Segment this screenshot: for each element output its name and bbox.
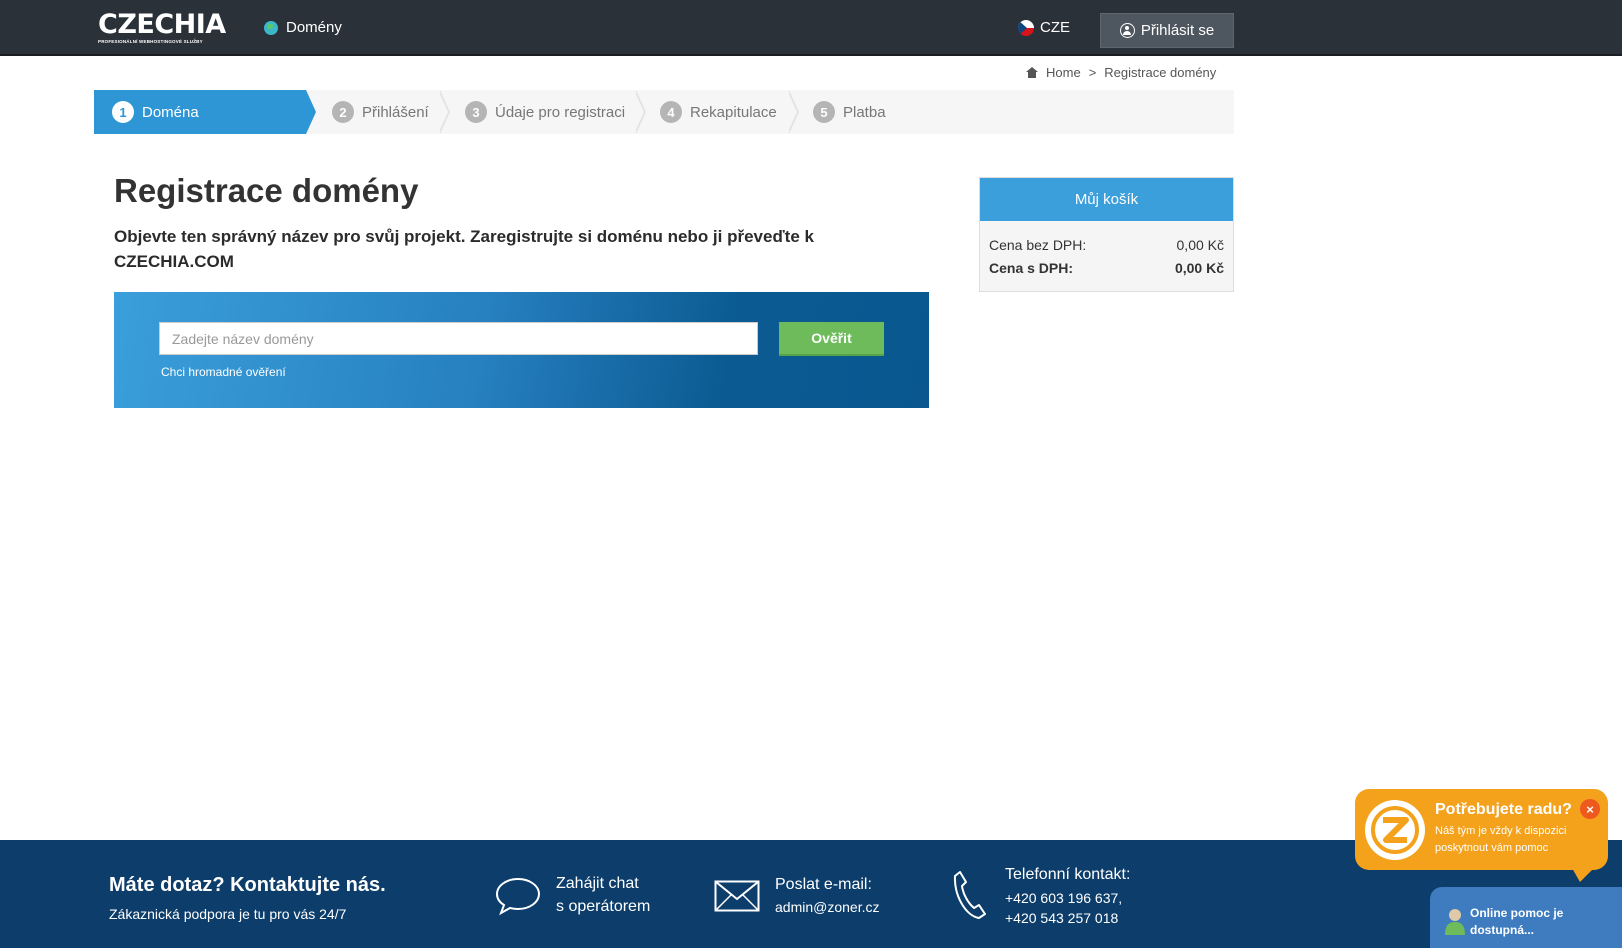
chat-bubble-icon [495,877,541,916]
chat-line-1: Zahájit chat [556,875,639,892]
step-label: Doména [142,103,199,121]
step-number: 3 [465,101,487,123]
step-number: 1 [112,101,134,123]
help-title: Potřebujete radu? [1435,801,1572,818]
step-domain[interactable]: 1 Doména [94,90,306,134]
email-address-link[interactable]: admin@zoner.cz [775,899,879,915]
zoner-logo-icon [1365,800,1425,860]
checkout-steps: 1 Doména 2 Přihlášení 3 Údaje pro regist… [94,90,1234,134]
czech-flag-icon [1018,19,1034,36]
step-divider [787,90,801,134]
breadcrumb: Home > Registrace domény [1026,65,1216,80]
chat-line-2: s operátorem [556,898,651,915]
cart-row-with-vat: Cena s DPH: 0,00 Kč [989,260,1224,276]
user-circle-icon [1119,23,1135,38]
login-label: Přihlásit se [1140,22,1215,39]
page-subtitle: Objevte ten správný název pro svůj proje… [114,227,814,271]
shopping-cart: Můj košík Cena bez DPH: 0,00 Kč Cena s D… [979,177,1234,292]
footer-title: Máte dotaz? Kontaktujte nás. [109,874,386,896]
phone-icon [953,871,986,919]
step-number: 5 [813,101,835,123]
price-without-vat-label: Cena bez DPH: [989,237,1087,253]
page-title: Registrace domény [114,172,419,209]
step-label: Údaje pro registraci [495,103,626,121]
domain-search-input[interactable] [159,322,758,355]
cart-row-without-vat: Cena bez DPH: 0,00 Kč [989,237,1224,253]
step-divider [438,90,452,134]
envelope-icon [714,880,760,912]
step-label: Přihlášení [362,103,429,121]
breadcrumb-current: Registrace domény [1104,65,1217,80]
language-label: CZE [1040,19,1070,36]
nav-domains-link[interactable]: Domény [264,19,342,36]
price-with-vat-label: Cena s DPH: [989,260,1074,276]
home-icon [1026,67,1038,78]
step-registration-details[interactable]: 3 Údaje pro registraci [465,90,625,134]
step-number: 4 [660,101,682,123]
step-recap[interactable]: 4 Rekapitulace [660,90,777,134]
help-bubble-tail [1572,868,1594,882]
login-button[interactable]: Přihlásit se [1100,13,1234,48]
step-payment[interactable]: 5 Platba [813,90,886,134]
verify-button[interactable]: Ověřit [779,322,884,356]
step-number: 2 [332,101,354,123]
help-text: Náš tým je vždy k dispozici poskytnout v… [1435,825,1567,854]
step-divider [634,90,648,134]
help-bubble[interactable]: Potřebujete radu? Náš tým je vždy k disp… [1355,789,1608,870]
price-without-vat-value: 0,00 Kč [1176,237,1224,253]
phone-label: Telefonní kontakt: [1005,866,1131,883]
online-help-text: Online pomoc je dostupná... [1470,906,1564,937]
price-with-vat-value: 0,00 Kč [1174,260,1224,276]
breadcrumb-separator: > [1088,65,1097,80]
cart-title: Můj košík [980,178,1233,221]
globe-icon [264,20,278,35]
phone-number-2[interactable]: +420 543 257 018 [1005,910,1118,926]
phone-number-1[interactable]: +420 603 196 637, [1005,890,1122,906]
nav-domains-label: Domény [286,19,342,36]
top-navbar: CZECHIA PROFESIONÁLNÍ WEBHOSTINGOVÉ SLUŽ… [0,0,1622,56]
language-selector[interactable]: CZE [1018,19,1070,36]
online-help-tab[interactable]: Online pomoc je dostupná... [1430,887,1622,948]
email-label: Poslat e-mail: [775,876,872,893]
step-login[interactable]: 2 Přihlášení [332,90,429,134]
breadcrumb-home[interactable]: Home [1046,65,1081,80]
logo-text: CZECHIA [98,9,226,40]
step-arrow [306,90,316,134]
close-icon[interactable]: × [1580,799,1600,819]
czechia-logo[interactable]: CZECHIA PROFESIONÁLNÍ WEBHOSTINGOVÉ SLUŽ… [98,11,226,45]
operator-avatar-icon [1445,909,1465,935]
bulk-check-link[interactable]: Chci hromadné ověření [161,365,286,379]
step-label: Platba [843,103,886,121]
domain-search-panel: Ověřit Chci hromadné ověření [114,292,929,408]
step-label: Rekapitulace [690,103,777,121]
start-chat-link[interactable]: Zahájit chat s operátorem [556,872,650,918]
footer-subtitle: Zákaznická podpora je tu pro vás 24/7 [109,906,347,922]
